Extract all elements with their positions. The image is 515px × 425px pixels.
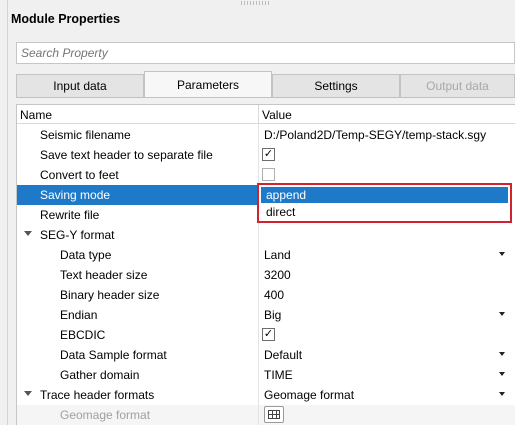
dropdown-arrow-icon[interactable] bbox=[499, 312, 505, 316]
row-label: Geomage format bbox=[60, 408, 151, 422]
row-data-sample-format[interactable]: Data Sample format Default bbox=[17, 345, 515, 365]
row-label: Data Sample format bbox=[60, 348, 167, 362]
row-label: Rewrite file bbox=[40, 208, 100, 222]
row-label: Endian bbox=[60, 308, 98, 322]
column-header-name[interactable]: Name bbox=[20, 108, 52, 122]
group-segy-format[interactable]: SEG-Y format bbox=[17, 225, 515, 245]
data-sample-format-select[interactable]: Default bbox=[264, 348, 302, 362]
tab-input-data[interactable]: Input data bbox=[16, 74, 144, 98]
row-data-type[interactable]: Data type Land bbox=[17, 245, 515, 265]
column-separator bbox=[258, 124, 259, 425]
row-label: Convert to feet bbox=[40, 168, 119, 182]
group-trace-header-formats[interactable]: Trace header formats Geomage format bbox=[17, 385, 515, 405]
option-append[interactable]: append bbox=[261, 187, 508, 203]
table-grid-icon[interactable] bbox=[264, 406, 284, 423]
dock-grip-handle[interactable] bbox=[241, 1, 271, 5]
row-saving-mode[interactable]: Saving mode bbox=[17, 185, 258, 205]
tab-divider bbox=[16, 97, 515, 98]
collapse-arrow-icon[interactable] bbox=[24, 231, 32, 236]
saving-mode-dropdown-list: append direct bbox=[257, 183, 512, 223]
tab-output-data: Output data bbox=[400, 74, 515, 98]
convert-to-feet-checkbox[interactable] bbox=[262, 168, 275, 181]
row-binary-header-size[interactable]: Binary header size 400 bbox=[17, 285, 515, 305]
ebcdic-checkbox[interactable]: ✓ bbox=[262, 328, 275, 341]
column-header-separator[interactable] bbox=[258, 105, 259, 124]
grid-header: Name Value bbox=[17, 105, 515, 124]
row-label: Gather domain bbox=[60, 368, 140, 382]
row-convert-to-feet[interactable]: Convert to feet bbox=[17, 165, 515, 185]
row-label: Saving mode bbox=[40, 188, 111, 202]
option-direct[interactable]: direct bbox=[261, 204, 508, 220]
text-header-size-value[interactable]: 3200 bbox=[264, 268, 291, 282]
row-text-header-size[interactable]: Text header size 3200 bbox=[17, 265, 515, 285]
property-grid: Name Value Seismic filename D:/Poland2D/… bbox=[16, 104, 515, 425]
row-gather-domain[interactable]: Gather domain TIME bbox=[17, 365, 515, 385]
gather-domain-select[interactable]: TIME bbox=[264, 368, 293, 382]
row-label: Seismic filename bbox=[40, 128, 131, 142]
row-seismic-filename[interactable]: Seismic filename D:/Poland2D/Temp-SEGY/t… bbox=[17, 125, 515, 145]
collapse-arrow-icon[interactable] bbox=[24, 391, 32, 396]
trace-header-formats-select[interactable]: Geomage format bbox=[264, 388, 354, 402]
seismic-filename-value[interactable]: D:/Poland2D/Temp-SEGY/temp-stack.sgy bbox=[264, 128, 486, 142]
endian-select[interactable]: Big bbox=[264, 308, 281, 322]
column-header-value[interactable]: Value bbox=[262, 108, 292, 122]
row-endian[interactable]: Endian Big bbox=[17, 305, 515, 325]
save-text-header-checkbox[interactable]: ✓ bbox=[262, 148, 275, 161]
tab-parameters[interactable]: Parameters bbox=[144, 71, 272, 98]
row-label: Binary header size bbox=[60, 288, 160, 302]
dropdown-arrow-icon[interactable] bbox=[499, 252, 505, 256]
row-ebcdic[interactable]: EBCDIC ✓ bbox=[17, 325, 515, 345]
group-label: Trace header formats bbox=[40, 388, 155, 402]
tab-settings[interactable]: Settings bbox=[272, 74, 400, 98]
group-label: SEG-Y format bbox=[40, 228, 115, 242]
row-label: Save text header to separate file bbox=[40, 148, 213, 162]
panel-title: Module Properties bbox=[11, 12, 121, 26]
row-save-text-header[interactable]: Save text header to separate file ✓ bbox=[17, 145, 515, 165]
dropdown-arrow-icon[interactable] bbox=[499, 372, 505, 376]
row-label: Text header size bbox=[60, 268, 148, 282]
tab-bar: Input data Parameters Settings Output da… bbox=[16, 71, 515, 98]
panel-left-border bbox=[7, 0, 8, 425]
binary-header-size-value[interactable]: 400 bbox=[264, 288, 284, 302]
row-geomage-format: Geomage format bbox=[17, 405, 515, 425]
dropdown-arrow-icon[interactable] bbox=[499, 392, 505, 396]
dropdown-arrow-icon[interactable] bbox=[499, 352, 505, 356]
row-label: Data type bbox=[60, 248, 112, 262]
row-label: EBCDIC bbox=[60, 328, 106, 342]
search-property-input[interactable] bbox=[16, 42, 515, 64]
data-type-select[interactable]: Land bbox=[264, 248, 291, 262]
